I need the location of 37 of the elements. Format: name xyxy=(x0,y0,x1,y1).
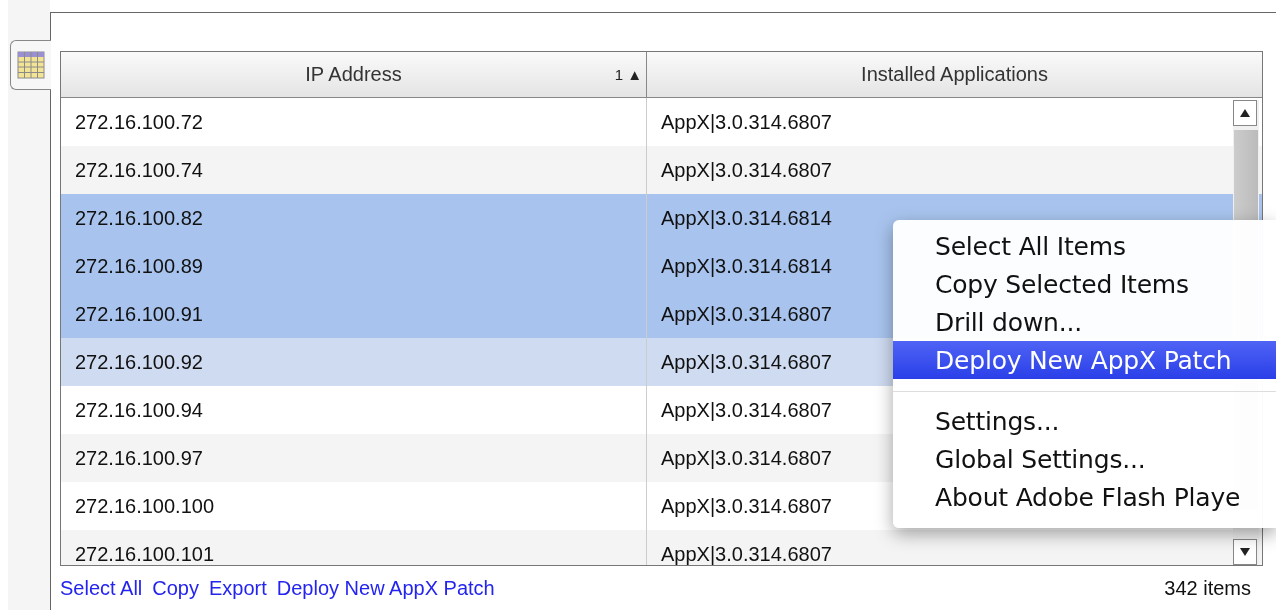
table-cell: 272.16.100.91 xyxy=(75,302,203,326)
table-cell: 272.16.100.97 xyxy=(75,446,203,470)
column-header[interactable]: Installed Applications xyxy=(647,52,1262,97)
grid-icon xyxy=(17,51,45,79)
footer-link[interactable]: Deploy New AppX Patch xyxy=(276,576,495,600)
table-cell: AppX|3.0.314.6807 xyxy=(661,350,832,374)
table-cell: 272.16.100.82 xyxy=(75,206,203,230)
table-row[interactable]: 272.16.100.74 AppX|3.0.314.6807 xyxy=(61,146,1262,194)
footer-link[interactable]: Export xyxy=(208,576,267,600)
column-header[interactable]: IP Address 1 ▲ xyxy=(61,52,647,97)
table-cell: AppX|3.0.314.6814 xyxy=(661,254,832,278)
table-cell: AppX|3.0.314.6807 xyxy=(661,494,832,518)
table-cell: 272.16.100.101 xyxy=(75,542,215,565)
table-cell: AppX|3.0.314.6814 xyxy=(661,206,832,230)
table-cell: 272.16.100.72 xyxy=(75,110,203,134)
table-cell: 272.16.100.100 xyxy=(75,494,215,518)
table-cell: 272.16.100.74 xyxy=(75,158,203,182)
down-arrow-icon xyxy=(1239,547,1251,557)
table-cell: AppX|3.0.314.6807 xyxy=(661,542,832,565)
table-cell: AppX|3.0.314.6807 xyxy=(661,110,832,134)
table-row[interactable]: 272.16.100.101 AppX|3.0.314.6807 xyxy=(61,530,1262,565)
menu-item[interactable]: Deploy New AppX Patch xyxy=(893,341,1276,379)
up-arrow-icon xyxy=(1239,108,1251,118)
item-count: 342 items xyxy=(1164,576,1251,600)
table-cell: AppX|3.0.314.6807 xyxy=(661,398,832,422)
table-cell: AppX|3.0.314.6807 xyxy=(661,158,832,182)
sort-indicator: 1 ▲ xyxy=(614,66,642,83)
table-cell: 272.16.100.89 xyxy=(75,254,203,278)
scroll-down-button[interactable] xyxy=(1233,539,1257,565)
table-cell: AppX|3.0.314.6807 xyxy=(661,302,832,326)
table-cell: 272.16.100.94 xyxy=(75,398,203,422)
footer-link[interactable]: Copy xyxy=(152,576,199,600)
grid-view-tab[interactable] xyxy=(10,40,51,90)
table-cell: 272.16.100.92 xyxy=(75,350,203,374)
table-cell: AppX|3.0.314.6807 xyxy=(661,446,832,470)
footer-link[interactable]: Select All xyxy=(60,576,143,600)
scroll-up-button[interactable] xyxy=(1233,100,1257,126)
